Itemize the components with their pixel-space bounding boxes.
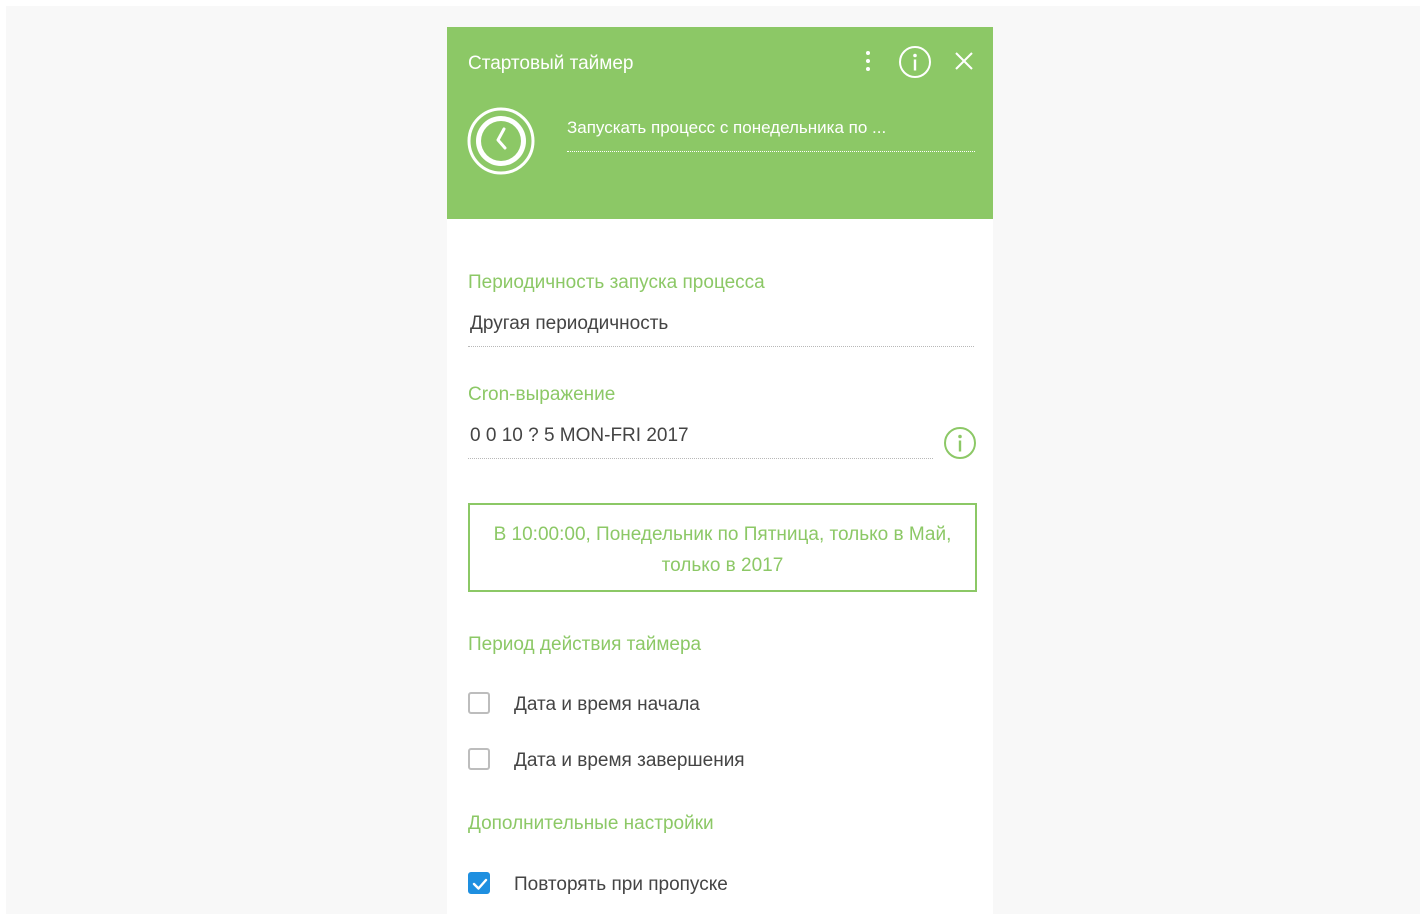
repeat-on-miss-label: Повторять при пропуске — [514, 874, 728, 895]
end-date-label: Дата и время завершения — [514, 750, 745, 771]
cron-label: Cron-выражение — [468, 384, 616, 405]
end-date-checkbox[interactable] — [468, 748, 490, 770]
panel-title: Стартовый таймер — [468, 53, 634, 74]
additional-settings-label: Дополнительные настройки — [468, 813, 714, 834]
repeat-on-miss-checkbox[interactable] — [468, 872, 490, 894]
info-icon[interactable] — [898, 45, 932, 79]
cron-description: В 10:00:00, Понедельник по Пятница, толь… — [468, 503, 977, 592]
start-timer-panel: Стартовый таймер Запускать процесс с пон… — [447, 27, 993, 916]
checkmark-icon — [472, 878, 488, 890]
kebab-menu-icon[interactable] — [859, 49, 877, 73]
close-icon[interactable] — [952, 49, 976, 73]
clock-icon — [467, 107, 535, 175]
periodicity-label: Периодичность запуска процесса — [468, 272, 765, 293]
timer-period-label: Период действия таймера — [468, 634, 702, 655]
cron-info-icon[interactable] — [943, 426, 977, 460]
start-date-label: Дата и время начала — [514, 694, 700, 715]
cron-input[interactable]: 0 0 10 ? 5 MON-FRI 2017 — [468, 423, 933, 459]
start-date-checkbox[interactable] — [468, 692, 490, 714]
schedule-summary-link[interactable]: Запускать процесс с понедельника по ... — [567, 117, 975, 152]
periodicity-select[interactable]: Другая периодичность — [468, 311, 974, 347]
panel-header: Стартовый таймер Запускать процесс с пон… — [447, 27, 993, 219]
page-background: Стартовый таймер Запускать процесс с пон… — [6, 6, 1420, 916]
